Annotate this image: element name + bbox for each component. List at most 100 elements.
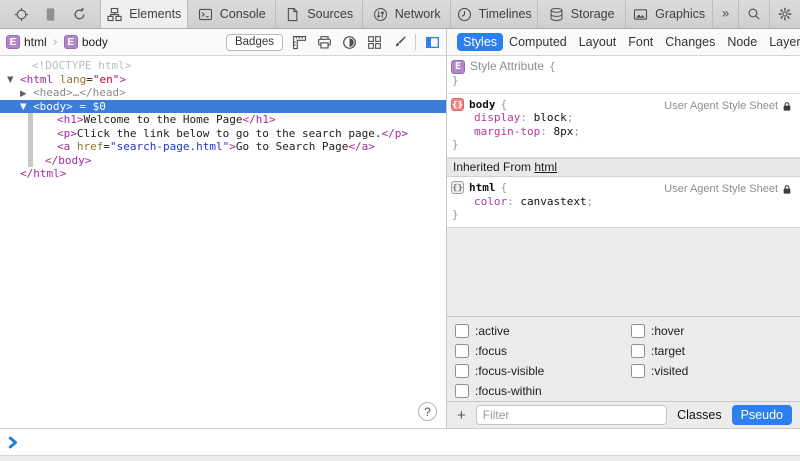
tab-elements[interactable]: Elements [101,0,188,28]
tab-computed[interactable]: Computed [503,33,573,51]
inherited-selector-link[interactable]: html [534,160,557,174]
checkbox-icon[interactable] [631,344,645,358]
pseudo-label: :focus-visible [475,364,544,378]
tab-storage[interactable]: Storage [538,0,625,28]
code-token: $0 [93,100,106,113]
dom-tree-row[interactable]: ▼<html lang="en"> [0,73,446,87]
settings-button[interactable] [770,0,800,28]
tab-graphics[interactable]: Graphics [626,0,713,28]
sources-icon [285,7,300,22]
breadcrumb-label: body [82,35,108,49]
ruler-icon[interactable] [291,34,307,50]
property-name: display [474,111,520,124]
dom-tree-row[interactable]: ▶<head>…</head> [0,86,446,100]
pseudo-toggle-visited[interactable]: :visited [631,364,688,378]
details-sidebar-toggle-button[interactable] [424,34,440,50]
pseudo-toggle-active[interactable]: :active [455,324,631,338]
code-token: = [73,100,93,113]
styles-filter-input[interactable] [476,405,667,425]
graphics-icon [633,7,648,22]
code-token: <html [20,73,53,86]
toolbar-divider [415,34,416,50]
open-brace: { [501,181,508,195]
close-brace: } [447,208,800,222]
checkbox-icon[interactable] [455,364,469,378]
tab-layers[interactable]: Layers [763,33,800,51]
classes-button[interactable]: Classes [675,406,723,424]
checkbox-icon[interactable] [455,384,469,398]
lock-icon [782,184,792,195]
rule-selector-row[interactable]: EStyle Attribute{ [447,60,800,74]
code-token: </body> [45,154,91,167]
printer-icon[interactable] [316,34,332,50]
pseudo-toggle-focus[interactable]: :focus [455,344,631,358]
reload-icon[interactable] [70,5,88,23]
element-badge-icon: E [451,60,465,74]
rule-selector: html [469,181,496,195]
contrast-icon[interactable] [341,34,357,50]
code-token: <p> [57,127,77,140]
tab-styles[interactable]: Styles [457,33,503,51]
dom-tree-row[interactable]: </html> [0,167,446,181]
checkbox-icon[interactable] [631,364,645,378]
dom-tree-row[interactable]: ▼<body> = $0 [0,100,446,114]
tab-node[interactable]: Node [721,33,763,51]
rule-selector: Style Attribute [470,60,544,74]
tab-console[interactable]: Console [188,0,275,28]
property-value: canvastext [520,195,586,208]
css-property[interactable]: margin-top: 8px; [447,125,800,139]
inspect-target-icon[interactable] [12,5,30,23]
matched-rule-icon: {} [451,98,464,111]
tab-label: Console [220,7,266,21]
tab-changes[interactable]: Changes [659,33,721,51]
tab-sources[interactable]: Sources [276,0,363,28]
dom-tree-row[interactable]: <h1>Welcome to the Home Page</h1> [0,113,446,127]
tab-network[interactable]: Network [363,0,450,28]
pseudo-toggle-hover[interactable]: :hover [631,324,688,338]
css-property[interactable]: display: block; [447,111,800,125]
breadcrumb-item-html[interactable]: Ehtml [6,35,47,49]
more-tabs-button[interactable]: » [713,0,739,28]
search-button[interactable] [739,0,770,28]
pseudo-toggle-target[interactable]: :target [631,344,688,358]
tab-font[interactable]: Font [622,33,659,51]
property-colon: : [520,111,533,124]
pseudo-class-panel: :active :focus :focus-visible :focus-within… [447,317,800,401]
dom-tree-row[interactable]: <p>Click the link below to go to the sea… [0,127,446,141]
pseudo-label: :target [651,344,685,358]
dom-tree-row[interactable]: <a href="search-page.html">Go to Search … [0,140,446,154]
dom-tree-row[interactable]: <!DOCTYPE html> [0,59,446,73]
grid-overlay-icon[interactable] [366,34,382,50]
pseudo-toggle-focus-visible[interactable]: :focus-visible [455,364,631,378]
code-token: Welcome to the Home Page [84,113,243,126]
more-tabs-icon: » [721,6,730,22]
breadcrumb-label: html [24,35,47,49]
checkbox-icon[interactable] [631,324,645,338]
elements-icon [107,7,122,22]
badges-button[interactable]: Badges [226,34,283,51]
help-button[interactable]: ? [418,402,437,421]
breadcrumb-item-body[interactable]: Ebody [64,35,108,49]
tab-layout[interactable]: Layout [573,33,623,51]
pseudo-button[interactable]: Pseudo [732,405,792,425]
inherited-from-bar: Inherited From html [447,158,800,178]
styles-sidebar: EStyle Attribute{}{}body{User Agent Styl… [447,56,800,428]
property-value: block [534,111,567,124]
dom-tree-row[interactable]: </body> [0,154,446,168]
add-rule-button[interactable]: + [455,407,468,424]
tab-timelines[interactable]: Timelines [451,0,538,28]
checkbox-icon[interactable] [455,324,469,338]
css-property[interactable]: color: canvastext; [447,195,800,209]
console-prompt-row[interactable] [0,428,800,455]
checkbox-icon[interactable] [455,344,469,358]
pseudo-toggle-focus-within[interactable]: :focus-within [455,384,631,398]
attribute-value-link[interactable]: "search-page.html" [110,140,229,153]
code-token [53,73,60,86]
inherited-from-text: Inherited From [453,160,534,174]
styles-empty-area [447,228,800,318]
device-icon[interactable] [41,5,59,23]
paintbrush-icon[interactable] [391,34,407,50]
code-token: "en" [93,73,120,86]
tab-label: Elements [129,7,181,21]
chevron-right-icon [8,436,18,449]
